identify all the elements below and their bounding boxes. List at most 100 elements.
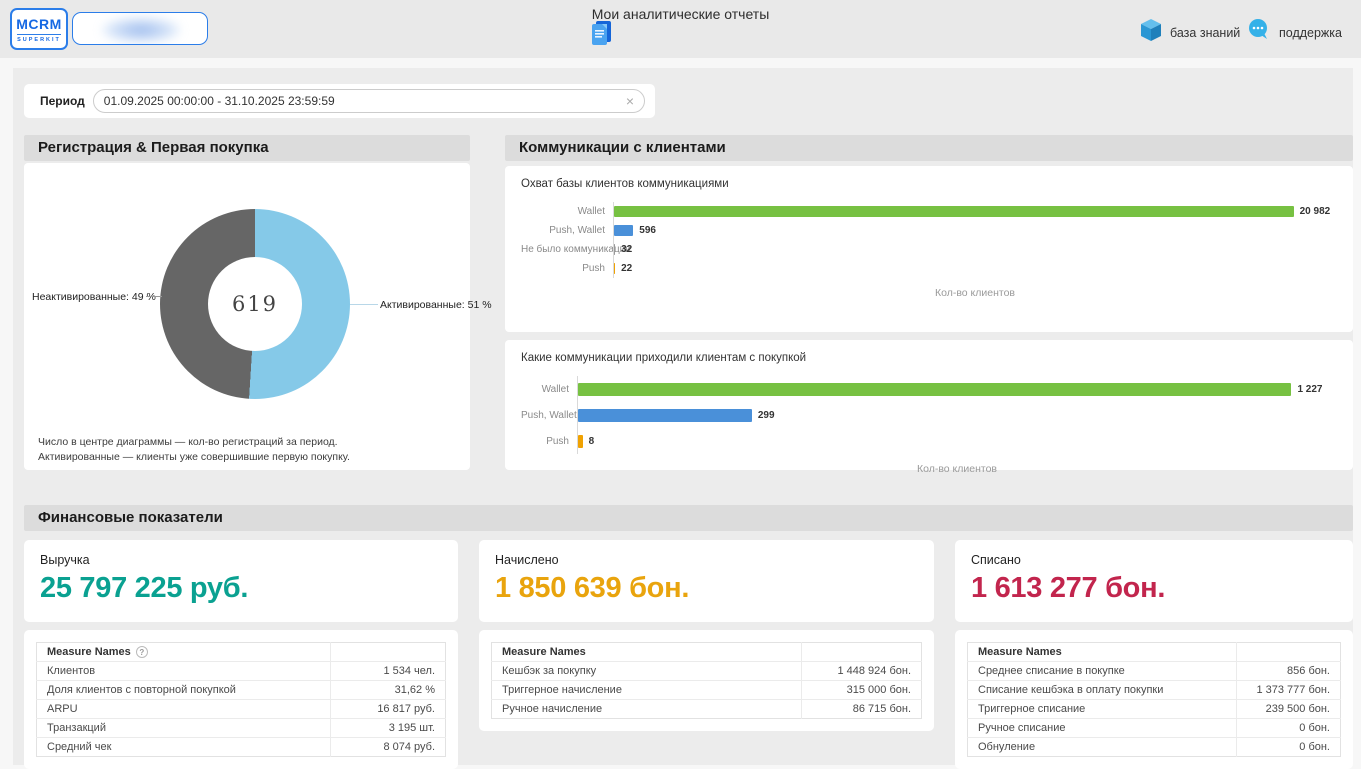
finance-columns: Выручка 25 797 225 руб. Measure Names? К…: [24, 540, 1353, 769]
donut-leader-line-left: [146, 296, 162, 297]
purchase-chart: Wallet 1 227 Push, Wallet 299 Push 8 Кол…: [521, 376, 1337, 475]
measure-value: 0 бон.: [1236, 719, 1340, 738]
measure-value: 16 817 руб.: [331, 700, 446, 719]
accrued-kpi-value: 1 850 639 бон.: [495, 572, 918, 605]
table-header-row: Measure Names: [492, 643, 922, 662]
table-row: Обнуление0 бон.: [968, 738, 1341, 757]
bar-value-label: 22: [621, 263, 632, 274]
table-row: Среднее списание в покупке856 бон.: [968, 662, 1341, 681]
logo-divider: [17, 34, 61, 35]
writeoff-kpi-value: 1 613 277 бон.: [971, 572, 1337, 605]
table-header-cell: Measure Names: [968, 643, 1237, 662]
table-row: Триггерное начисление315 000 бон.: [492, 681, 922, 700]
measure-value: 315 000 бон.: [801, 681, 921, 700]
measure-value: 1 373 777 бон.: [1236, 681, 1340, 700]
donut-leader-line-right: [350, 304, 378, 305]
measure-value: 0 бон.: [1236, 738, 1340, 757]
bar-category-label: Wallet: [521, 384, 577, 395]
donut-hole: 619: [208, 257, 302, 351]
period-input[interactable]: 01.09.2025 00:00:00 - 31.10.2025 23:59:5…: [93, 89, 645, 113]
bar-row: Push 22: [521, 259, 1337, 278]
bar-wallet[interactable]: [578, 383, 1291, 396]
coverage-chart-card: Охват базы клиентов коммуникациями Walle…: [505, 166, 1353, 332]
bar-wallet[interactable]: [614, 206, 1294, 217]
measure-label: Среднее списание в покупке: [968, 662, 1237, 681]
measure-label: Списание кешбэка в оплату покупки: [968, 681, 1237, 700]
measure-label: Кешбэк за покупку: [492, 662, 802, 681]
table-row: ARPU16 817 руб.: [37, 700, 446, 719]
cube-icon: [1140, 18, 1162, 47]
accrued-kpi-card: Начислено 1 850 639 бон.: [479, 540, 934, 622]
period-label: Период: [40, 94, 85, 108]
section-title-finance: Финансовые показатели: [24, 505, 1353, 531]
measure-label: Доля клиентов с повторной покупкой: [37, 681, 331, 700]
footnote-line-1: Число в центре диаграммы — кол-во регист…: [38, 435, 350, 450]
revenue-kpi-card: Выручка 25 797 225 руб.: [24, 540, 458, 622]
measure-label: ARPU: [37, 700, 331, 719]
support-button[interactable]: поддержка: [1247, 18, 1342, 47]
logo-subtext: SUPERKIT: [17, 37, 61, 43]
kpi-label: Списано: [971, 553, 1337, 567]
measure-label: Триггерное начисление: [492, 681, 802, 700]
measure-value: 31,62 %: [331, 681, 446, 700]
writeoff-column: Списано 1 613 277 бон. Measure Names Сре…: [955, 540, 1353, 769]
bar-row: Push, Wallet 299: [521, 402, 1337, 428]
measure-value: 3 195 шт.: [331, 719, 446, 738]
bar-value-label: 20 982: [1300, 206, 1331, 217]
table-header-value-cell: [801, 643, 921, 662]
bar-push-wallet[interactable]: [578, 409, 752, 422]
footnote-line-2: Активированные — клиенты уже совершившие…: [38, 450, 350, 465]
measure-value: 1 534 чел.: [331, 662, 446, 681]
revenue-table-card: Measure Names? Клиентов1 534 чел. Доля к…: [24, 630, 458, 769]
measure-label: Средний чек: [37, 738, 331, 757]
purchase-chart-title: Какие коммуникации приходили клиентам с …: [521, 352, 1337, 364]
knowledge-base-label: база знаний: [1170, 26, 1240, 40]
bar-category-label: Push, Wallet: [521, 225, 613, 236]
support-label: поддержка: [1279, 26, 1342, 40]
table-header-value-cell: [331, 643, 446, 662]
measure-value: 86 715 бон.: [801, 700, 921, 719]
table-header-cell: Measure Names?: [37, 643, 331, 662]
bar-value-label: 596: [639, 225, 656, 236]
measure-value: 8 074 руб.: [331, 738, 446, 757]
purchase-communications-chart-card: Какие коммуникации приходили клиентам с …: [505, 340, 1353, 470]
accrued-table-card: Measure Names Кешбэк за покупку1 448 924…: [479, 630, 934, 731]
x-axis-label: Кол-во клиентов: [613, 287, 1337, 299]
table-row: Транзакций3 195 шт.: [37, 719, 446, 738]
bar-row: Wallet 20 982: [521, 202, 1337, 221]
registration-donut-card: 619 Неактивированные: 49 % Активированны…: [24, 163, 470, 470]
bar-category-label: Push: [521, 436, 577, 447]
bar-row: Не было коммуникации 32: [521, 240, 1337, 259]
bar-category-label: Wallet: [521, 206, 613, 217]
bar-value-label: 299: [758, 410, 775, 421]
period-filter-card: Период 01.09.2025 00:00:00 - 31.10.2025 …: [24, 84, 655, 118]
revenue-column: Выручка 25 797 225 руб. Measure Names? К…: [24, 540, 458, 769]
measure-value: 239 500 бон.: [1236, 700, 1340, 719]
clear-period-icon[interactable]: ×: [626, 94, 634, 108]
bar-no-communication[interactable]: [614, 244, 615, 255]
measure-label: Клиентов: [37, 662, 331, 681]
measure-label: Транзакций: [37, 719, 331, 738]
table-row: Списание кешбэка в оплату покупки1 373 7…: [968, 681, 1341, 700]
help-icon[interactable]: ?: [136, 646, 148, 658]
table-row: Доля клиентов с повторной покупкой31,62 …: [37, 681, 446, 700]
bar-category-label: Push: [521, 263, 613, 274]
bar-push[interactable]: [614, 263, 615, 274]
donut-label-inactive: Неактивированные: 49 %: [32, 291, 144, 303]
bar-push-wallet[interactable]: [614, 225, 633, 236]
dashboard-area: Период 01.09.2025 00:00:00 - 31.10.2025 …: [13, 68, 1353, 765]
bar-value-label: 1 227: [1297, 384, 1322, 395]
writeoff-table-card: Measure Names Среднее списание в покупке…: [955, 630, 1353, 769]
donut-label-active: Активированные: 51 %: [380, 299, 492, 311]
measure-label: Триггерное списание: [968, 700, 1237, 719]
bar-value-label: 8: [589, 436, 595, 447]
bar-push[interactable]: [578, 435, 583, 448]
bar-row: Wallet 1 227: [521, 376, 1337, 402]
knowledge-base-button[interactable]: база знаний: [1140, 18, 1240, 47]
bar-category-label: Push, Wallet: [521, 410, 577, 421]
writeoff-kpi-card: Списано 1 613 277 бон.: [955, 540, 1353, 622]
chat-icon: [1247, 18, 1271, 47]
section-title-communications: Коммуникации с клиентами: [505, 135, 1353, 161]
top-bar: MCRM SUPERKIT Мои аналитические отчеты б…: [0, 0, 1361, 58]
table-header-row: Measure Names: [968, 643, 1341, 662]
